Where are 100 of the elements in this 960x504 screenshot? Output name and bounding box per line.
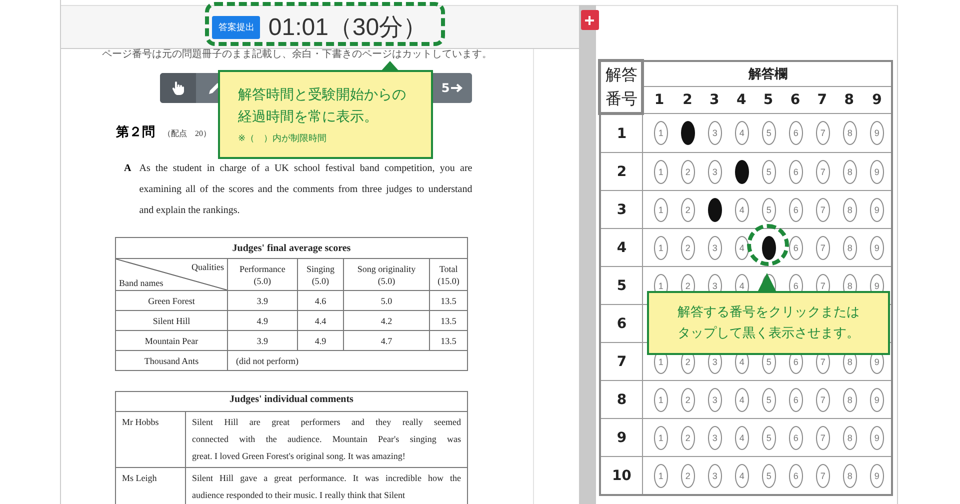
- answer-bubble[interactable]: 8: [842, 388, 857, 412]
- answer-bubble[interactable]: 3: [708, 464, 722, 488]
- page-note: ページ番号は元の問題冊子のまま記載し、余白・下書きのページはカットしています。: [102, 49, 492, 61]
- answer-bubble[interactable]: 1: [654, 388, 668, 412]
- answer-bubble[interactable]: 4: [734, 388, 749, 412]
- answer-bubble[interactable]: 9: [870, 426, 884, 450]
- callout-text: 解答する番号をクリックまたは タップして黒く表示させます。: [678, 304, 860, 343]
- pointer-tool-button[interactable]: [160, 73, 196, 103]
- question-number: 8: [616, 392, 627, 408]
- answer-bubble[interactable]: 9: [870, 388, 884, 412]
- answer-bubble[interactable]: 6: [788, 236, 803, 260]
- submit-button[interactable]: 答案提出: [212, 16, 260, 38]
- answer-bubble[interactable]: 2: [680, 236, 695, 260]
- column-header: Qualities: [192, 262, 224, 272]
- column-header: Singing (5.0): [297, 258, 344, 290]
- answer-bubble[interactable]: 3: [708, 160, 722, 184]
- answer-bubble[interactable]: 8: [842, 121, 857, 145]
- filled-bubble[interactable]: [708, 198, 722, 222]
- answer-bubble[interactable]: 7: [816, 160, 830, 184]
- answer-bubble[interactable]: 1: [654, 160, 668, 184]
- answer-bubble[interactable]: 4: [734, 464, 749, 488]
- answer-bubble[interactable]: 7: [816, 464, 830, 488]
- filled-bubble[interactable]: [762, 236, 776, 260]
- answer-bubble[interactable]: 6: [788, 121, 803, 145]
- answer-bubble[interactable]: 7: [816, 198, 830, 222]
- answer-bubble[interactable]: 8: [842, 236, 857, 260]
- answer-bubble[interactable]: 9: [870, 198, 884, 222]
- question-number: 2: [616, 164, 627, 180]
- answer-bubble[interactable]: 6: [788, 198, 803, 222]
- question-number: 10: [612, 468, 632, 484]
- choice-number: 1: [654, 92, 664, 108]
- table-cell: Green Forest: [116, 290, 228, 310]
- answer-bubble[interactable]: 3: [708, 236, 722, 260]
- question-number: 4: [616, 240, 627, 256]
- answer-bubble[interactable]: 1: [654, 198, 668, 222]
- answer-bubble[interactable]: 6: [788, 464, 803, 488]
- table-cell: 13.5: [430, 330, 468, 350]
- answer-bubble[interactable]: 1: [654, 426, 668, 450]
- plus-icon: [585, 16, 594, 24]
- answer-bubble[interactable]: 9: [870, 464, 884, 488]
- answer-bubble[interactable]: 4: [734, 236, 749, 260]
- table-cell: (did not perform): [228, 350, 468, 370]
- answer-bubble[interactable]: 6: [788, 160, 803, 184]
- answer-bubble[interactable]: 5: [762, 388, 776, 412]
- answer-bubble[interactable]: 4: [734, 426, 749, 450]
- table-cell: Mountain Pear: [116, 330, 228, 350]
- answer-bubble[interactable]: 9: [870, 160, 884, 184]
- answer-bubble[interactable]: 4: [734, 121, 749, 145]
- question-heading: 第２問: [116, 123, 155, 141]
- answer-bubble[interactable]: 2: [680, 160, 695, 184]
- choice-number: 4: [736, 92, 746, 108]
- expand-button[interactable]: [580, 10, 599, 30]
- answer-bubble[interactable]: 8: [842, 198, 857, 222]
- answer-bubble[interactable]: 5: [762, 464, 776, 488]
- answer-bubble[interactable]: 7: [816, 121, 830, 145]
- table-cell: 13.5: [430, 310, 468, 330]
- table-cell: Ms Leigh: [122, 473, 157, 483]
- answer-bubble[interactable]: 2: [680, 426, 695, 450]
- answer-bubble[interactable]: 9: [870, 121, 884, 145]
- column-header: Song originality (5.0): [344, 258, 430, 290]
- answer-bubble[interactable]: 6: [788, 426, 803, 450]
- answer-bubble[interactable]: 5: [762, 121, 776, 145]
- splitter-bar[interactable]: [578, 5, 596, 504]
- answer-bubble[interactable]: 9: [870, 236, 884, 260]
- column-header: Performance (5.0): [228, 258, 298, 290]
- answer-bubble[interactable]: 3: [708, 121, 722, 145]
- answer-bubble[interactable]: 8: [842, 160, 857, 184]
- answer-bubble[interactable]: 6: [788, 388, 803, 412]
- answer-bubble[interactable]: 2: [680, 198, 695, 222]
- filled-bubble[interactable]: [680, 121, 695, 145]
- table-cell: 13.5: [430, 290, 468, 310]
- answer-bubble[interactable]: 2: [680, 464, 695, 488]
- table-cell: 4.2: [344, 310, 430, 330]
- answer-bubble[interactable]: 1: [654, 464, 668, 488]
- table-cell: Silent Hill: [116, 310, 228, 330]
- answer-bubble[interactable]: 3: [708, 426, 722, 450]
- answer-bubble[interactable]: 7: [816, 236, 830, 260]
- answer-bubble[interactable]: 5: [762, 160, 776, 184]
- comment-text: Silent Hill gave a great performance. It was incredible how the audience responded to their music. I really think that Silent: [192, 472, 461, 502]
- timer-text: 01:01（30分）: [268, 13, 428, 43]
- filled-bubble[interactable]: [734, 160, 749, 184]
- question-number: 9: [616, 430, 627, 446]
- answer-bubble[interactable]: 3: [708, 388, 722, 412]
- answer-bubble[interactable]: 8: [842, 426, 857, 450]
- table-cell: 3.9: [228, 290, 298, 310]
- table-cell: 4.9: [228, 310, 298, 330]
- answer-bubble[interactable]: 1: [654, 121, 668, 145]
- answer-bubble[interactable]: 5: [762, 426, 776, 450]
- answer-bubble[interactable]: 2: [680, 388, 695, 412]
- question-number: 5: [616, 278, 627, 294]
- answer-bubble[interactable]: 4: [734, 198, 749, 222]
- table-cell: Mr Hobbs: [122, 417, 159, 427]
- choice-number: 6: [790, 92, 800, 108]
- answer-bubble[interactable]: 7: [816, 426, 830, 450]
- answer-bubble[interactable]: 1: [654, 236, 668, 260]
- table-cell: 4.7: [344, 330, 430, 350]
- answer-bubble[interactable]: 7: [816, 388, 830, 412]
- answer-bubble[interactable]: 8: [842, 464, 857, 488]
- choice-number: 5: [763, 92, 774, 108]
- answer-bubble[interactable]: 5: [762, 198, 776, 222]
